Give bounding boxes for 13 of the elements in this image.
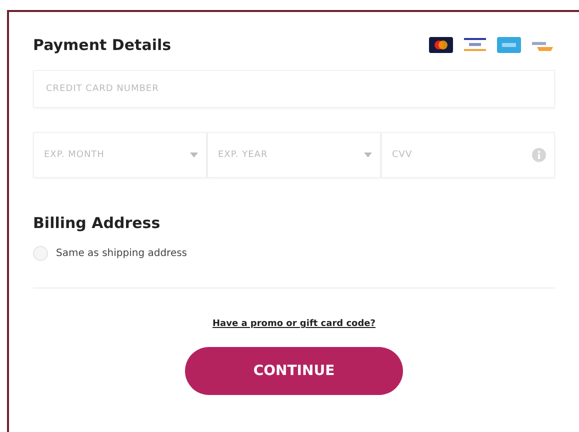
cvv-field[interactable]: CVV <box>381 132 555 178</box>
section-title: Payment Details <box>33 36 172 54</box>
caret-icon <box>190 152 198 158</box>
info-icon[interactable] <box>532 148 546 162</box>
exp-month-select[interactable]: EXP. MONTH <box>33 132 207 178</box>
checkbox[interactable] <box>33 246 48 261</box>
caret-icon <box>364 152 372 158</box>
exp-year-select[interactable]: EXP. YEAR <box>207 132 381 178</box>
section-title: Billing Address <box>33 214 162 232</box>
continue-button[interactable]: CONTINUE <box>185 347 403 395</box>
card-number-field[interactable]: CREDIT CARD NUMBER <box>33 70 555 108</box>
promo-link[interactable]: Have a promo or gift card code? <box>212 319 376 329</box>
checkbox-label: Same as shipping address <box>56 248 188 259</box>
